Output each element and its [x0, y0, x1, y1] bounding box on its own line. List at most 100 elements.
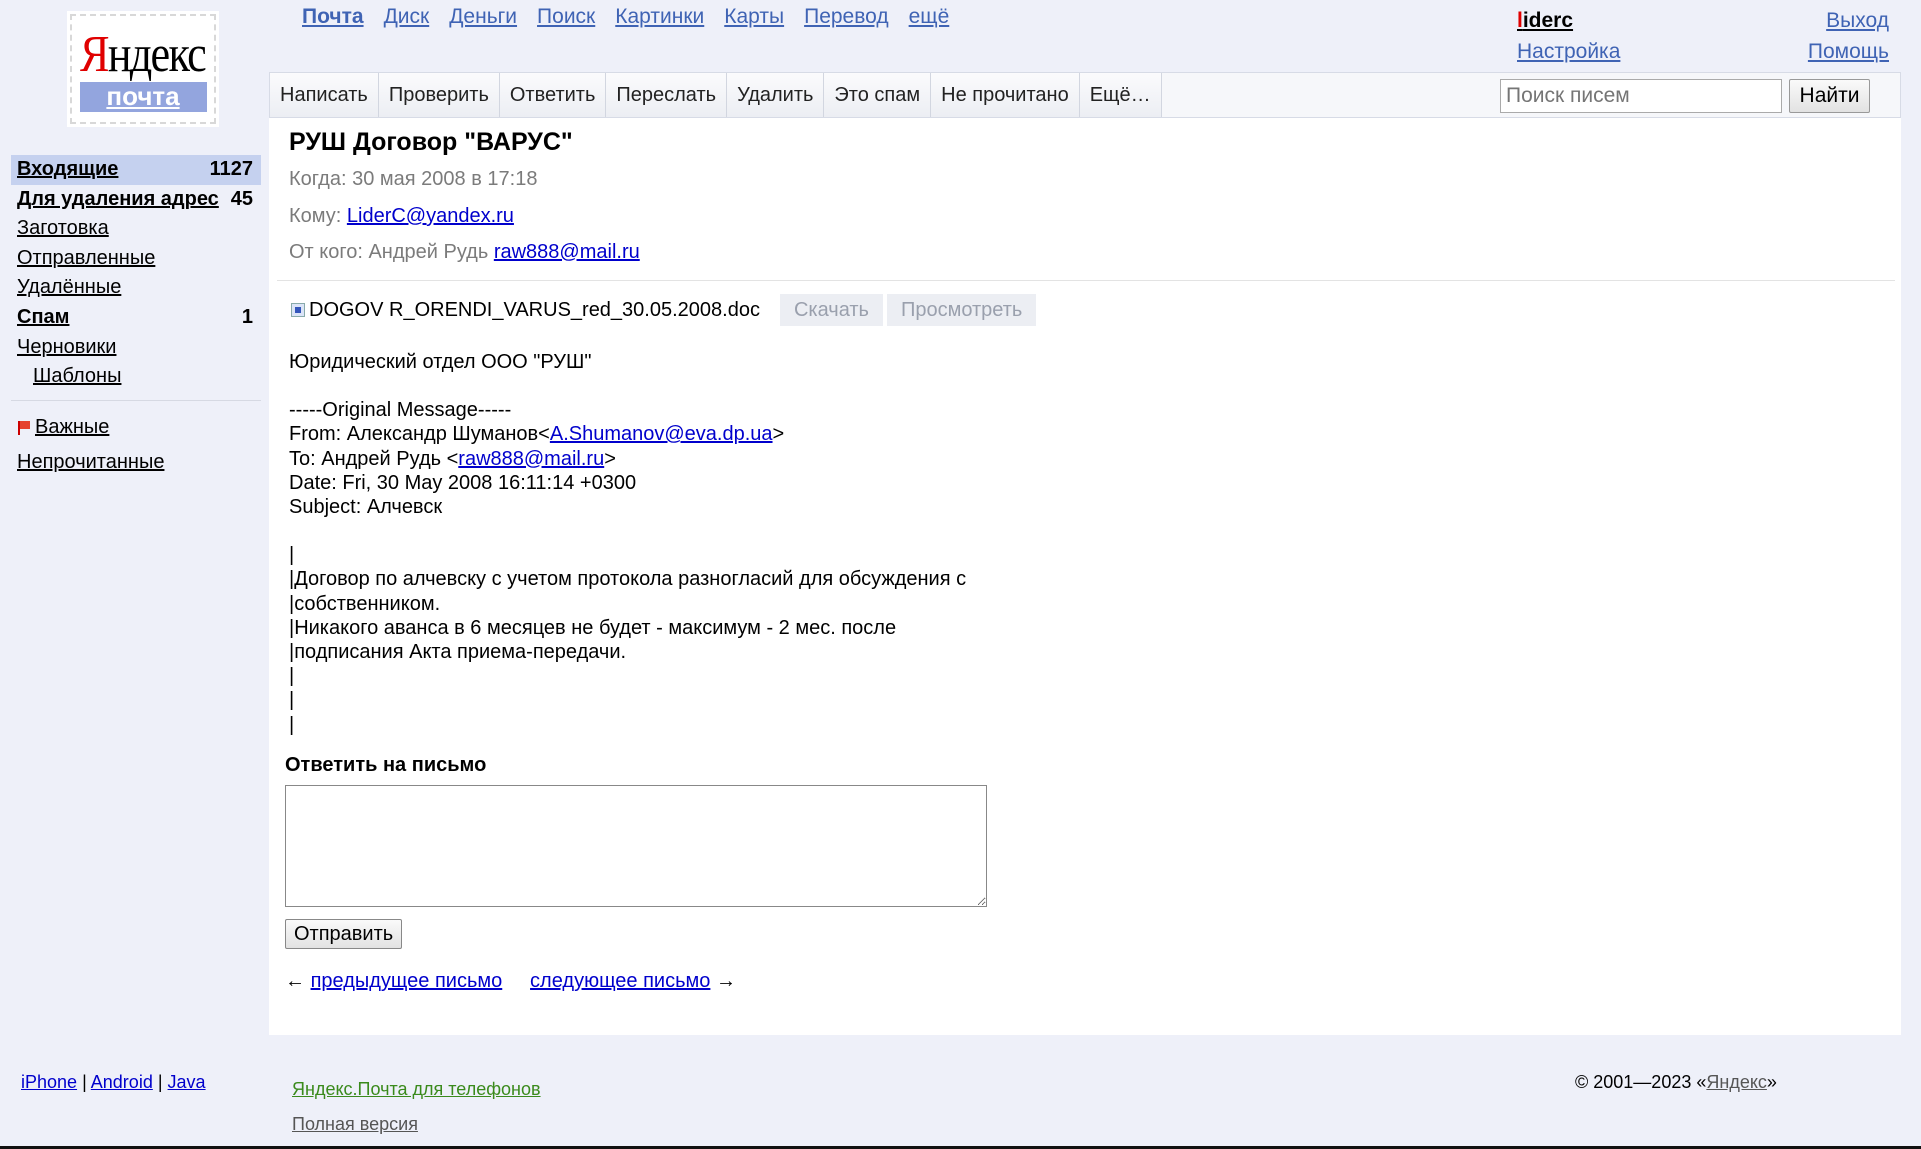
- sidebar-divider: [11, 399, 261, 401]
- folder-draft-prep[interactable]: Заготовка: [11, 214, 261, 244]
- quote-line: |собственником.: [289, 592, 441, 615]
- folder-count: 45: [230, 187, 253, 210]
- send-button[interactable]: Отправить: [285, 919, 403, 949]
- folder-spam[interactable]: Спам 1: [11, 303, 261, 333]
- copyright: © 2001—2023 «Яндекс»: [1575, 1072, 1777, 1092]
- folder-label[interactable]: Удалённые: [17, 273, 121, 303]
- reply-button[interactable]: Ответить: [499, 73, 607, 117]
- folder-count: 1: [241, 305, 253, 328]
- help-link[interactable]: Помощь: [1808, 36, 1889, 67]
- search-button[interactable]: Найти: [1789, 79, 1870, 113]
- folder-deleted[interactable]: Удалённые: [11, 273, 261, 303]
- folder-drafts[interactable]: Черновики: [11, 333, 261, 363]
- preview-button[interactable]: Просмотреть: [886, 294, 1037, 326]
- forward-button[interactable]: Переслать: [606, 73, 728, 117]
- doc-file-icon: [291, 303, 305, 317]
- mobile-version-link[interactable]: Яндекс.Почта для телефонов: [292, 1072, 541, 1107]
- label-unread-link[interactable]: Непрочитанные: [17, 448, 164, 478]
- folder-label[interactable]: Шаблоны: [33, 362, 121, 392]
- body-line: Date: Fri, 30 May 2008 16:11:14 +0300: [289, 471, 637, 494]
- folder-label[interactable]: Черновики: [17, 333, 116, 363]
- folder-label[interactable]: Для удаления адрес: [17, 185, 219, 215]
- nav-disk[interactable]: Диск: [384, 5, 430, 29]
- footer-apps: iPhone | Android | Java: [21, 1072, 206, 1092]
- top-navigation: Почта Диск Деньги Поиск Картинки Карты П…: [302, 5, 949, 29]
- recipient-email-link[interactable]: LiderC@yandex.ru: [347, 205, 514, 227]
- sender-email-link[interactable]: raw888@mail.ru: [494, 241, 640, 263]
- message-pane: РУШ Договор "ВАРУС" Когда: 30 мая 2008 в…: [269, 118, 1901, 1035]
- nav-money[interactable]: Деньги: [449, 5, 517, 29]
- body-line: -----Original Message-----: [289, 399, 512, 422]
- body-line: From: Александр Шуманов<A.Shumanov@eva.d…: [289, 423, 785, 446]
- footer-versions: Яндекс.Почта для телефонов Полная версия: [292, 1072, 541, 1142]
- message-sender: От кого: Андрей Рудь raw888@mail.ru: [289, 241, 640, 263]
- right-arrow-icon: →: [715, 970, 736, 992]
- folder-for-deletion[interactable]: Для удаления адрес 45: [11, 185, 261, 215]
- red-flag-icon: [17, 420, 30, 435]
- quote-line: |Никакого аванса в 6 месяцев не будет - …: [289, 616, 897, 639]
- body-line: Subject: Алчевск: [289, 496, 443, 519]
- yandex-link[interactable]: Яндекс: [1706, 1072, 1767, 1092]
- folder-label[interactable]: Спам: [17, 303, 69, 333]
- attachment-row: DOGOV R_ORENDI_VARUS_red_30.05.2008.doc …: [291, 294, 1037, 326]
- quote-line: |: [289, 713, 295, 736]
- yandex-mail-logo[interactable]: Яндекс почта: [70, 14, 216, 124]
- reply-textarea[interactable]: [285, 785, 987, 907]
- nav-images[interactable]: Картинки: [615, 5, 704, 29]
- quoted-from-email-link[interactable]: A.Shumanov@eva.dp.ua: [550, 423, 773, 445]
- nav-more[interactable]: ещё: [909, 5, 950, 29]
- attachment-filename: DOGOV R_ORENDI_VARUS_red_30.05.2008.doc: [309, 298, 760, 321]
- account-links: Выход Помощь: [1808, 5, 1889, 67]
- quote-line: |подписания Акта приема-передачи.: [289, 641, 627, 664]
- left-arrow-icon: ←: [285, 970, 305, 992]
- check-mail-button[interactable]: Проверить: [378, 73, 500, 117]
- folder-templates[interactable]: Шаблоны: [11, 362, 261, 392]
- quote-line: |: [289, 544, 295, 567]
- folder-inbox[interactable]: Входящие 1127: [11, 155, 261, 185]
- settings-link[interactable]: Настройка: [1517, 36, 1620, 67]
- message-date: Когда: 30 мая 2008 в 17:18: [289, 168, 538, 190]
- folder-sidebar: Входящие 1127 Для удаления адрес 45 Заго…: [11, 155, 261, 478]
- message-subject: РУШ Договор "ВАРУС": [289, 128, 573, 156]
- next-message-link[interactable]: следующее письмо: [530, 970, 710, 992]
- folder-label[interactable]: Отправленные: [17, 244, 155, 274]
- body-line: Юридический отдел ООО "РУШ": [289, 351, 592, 373]
- quoted-to-email-link[interactable]: raw888@mail.ru: [458, 448, 604, 470]
- delete-button[interactable]: Удалить: [727, 73, 825, 117]
- download-button[interactable]: Скачать: [779, 294, 883, 326]
- mark-unread-button[interactable]: Не прочитано: [931, 73, 1080, 117]
- nav-maps[interactable]: Карты: [724, 5, 784, 29]
- quote-line: |Договор по алчевску с учетом протокола …: [289, 568, 967, 591]
- message-pager: ← предыдущее письмо следующее письмо →: [285, 970, 736, 993]
- search-input[interactable]: [1500, 79, 1782, 113]
- more-actions-button[interactable]: Ещё…: [1079, 73, 1162, 117]
- folder-sent[interactable]: Отправленные: [11, 244, 261, 274]
- nav-translate[interactable]: Перевод: [804, 5, 889, 29]
- app-java-link[interactable]: Java: [168, 1072, 206, 1092]
- nav-mail[interactable]: Почта: [302, 5, 364, 29]
- folder-label[interactable]: Заготовка: [17, 214, 109, 244]
- app-android-link[interactable]: Android: [91, 1072, 153, 1092]
- label-unread[interactable]: Непрочитанные: [11, 448, 261, 478]
- body-line: To: Андрей Рудь <raw888@mail.ru>: [289, 447, 616, 470]
- app-iphone-link[interactable]: iPhone: [21, 1072, 77, 1092]
- full-version-link[interactable]: Полная версия: [292, 1107, 541, 1142]
- label-important-link[interactable]: Важные: [35, 416, 109, 438]
- logout-link[interactable]: Выход: [1808, 5, 1889, 36]
- username-link[interactable]: liderc: [1517, 9, 1573, 32]
- spam-button[interactable]: Это спам: [824, 73, 932, 117]
- label-important[interactable]: Важные: [11, 413, 261, 443]
- folder-label[interactable]: Входящие: [17, 155, 118, 185]
- logo-service-label[interactable]: почта: [79, 82, 207, 112]
- reply-title: Ответить на письмо: [285, 754, 487, 776]
- nav-search[interactable]: Поиск: [537, 5, 595, 29]
- message-recipient: Кому: LiderC@yandex.ru: [289, 205, 514, 227]
- header-divider: [277, 280, 1895, 281]
- quote-line: |: [289, 665, 295, 688]
- folder-count: 1127: [209, 158, 253, 180]
- compose-button[interactable]: Написать: [270, 73, 379, 117]
- user-block: liderc Настройка: [1517, 5, 1620, 67]
- previous-message-link[interactable]: предыдущее письмо: [311, 970, 503, 992]
- logo-brand: Яндекс: [80, 26, 207, 83]
- message-body: Юридический отдел ООО "РУШ" -----Original…: [289, 350, 966, 737]
